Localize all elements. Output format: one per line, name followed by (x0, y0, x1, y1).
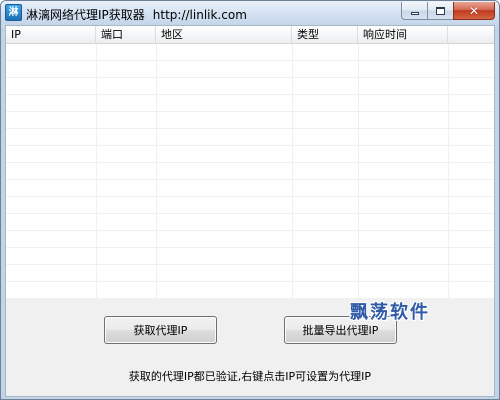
column-header-response-time[interactable]: 响应时间 (358, 26, 448, 44)
window-title-url: http://linlik.com (152, 8, 247, 22)
window-title-name: 淋漓网络代理IP获取器 (26, 8, 145, 22)
list-header: IP 端口 地区 类型 响应时间 (6, 26, 494, 44)
minimize-button[interactable] (401, 2, 427, 20)
column-header-port[interactable]: 端口 (96, 26, 156, 44)
column-divider (96, 44, 97, 298)
column-divider (358, 44, 359, 298)
close-icon: ✕ (468, 3, 480, 18)
column-divider (156, 44, 157, 298)
maximize-icon (436, 6, 445, 15)
app-icon[interactable]: 淋 (5, 4, 22, 21)
status-hint: 获取的代理IP都已验证,右键点击IP可设置为代理IP (128, 370, 372, 383)
title-bar[interactable]: 淋 淋漓网络代理IP获取器 http://linlik.com ✕ (1, 1, 499, 25)
client-area: IP 端口 地区 类型 响应时间 获取代理IP 批量导出代理IP 飘荡软件 获取… (5, 25, 495, 397)
caption-buttons: ✕ (401, 2, 495, 20)
proxy-list-view[interactable]: IP 端口 地区 类型 响应时间 (6, 26, 494, 298)
watermark-logo: 飘荡软件 (350, 302, 430, 323)
column-header-ip[interactable]: IP (6, 26, 96, 44)
minimize-icon (410, 11, 419, 15)
maximize-button[interactable] (427, 2, 453, 20)
column-divider (448, 44, 449, 298)
window-title: 淋漓网络代理IP获取器 http://linlik.com (26, 6, 247, 23)
list-body[interactable] (6, 44, 494, 298)
column-header-type[interactable]: 类型 (292, 26, 358, 44)
column-header-region[interactable]: 地区 (156, 26, 292, 44)
column-divider (292, 44, 293, 298)
close-button[interactable]: ✕ (453, 2, 495, 20)
fetch-proxy-button[interactable]: 获取代理IP (104, 316, 217, 344)
app-window: 淋 淋漓网络代理IP获取器 http://linlik.com ✕ IP 端口 地… (0, 0, 500, 400)
